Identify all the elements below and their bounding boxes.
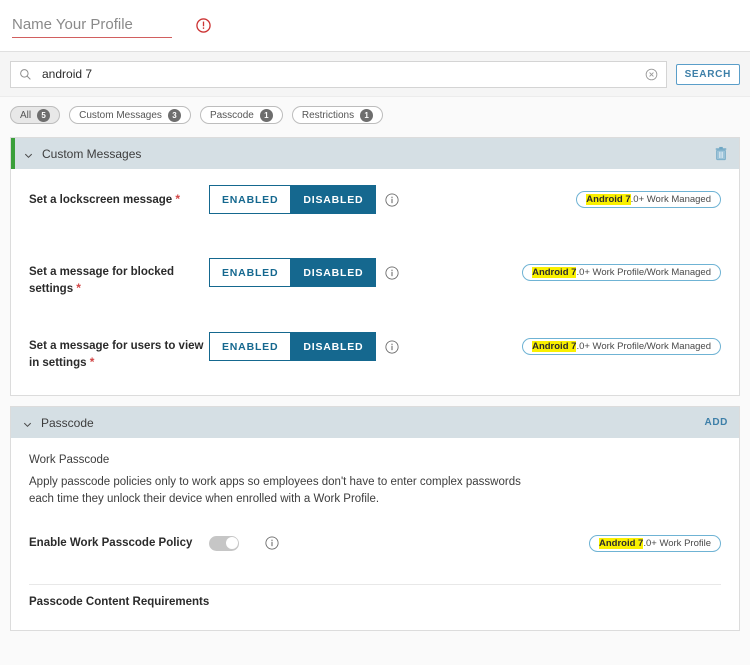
badge-highlight: Android 7 <box>532 341 577 352</box>
search-button[interactable]: SEARCH <box>675 63 740 85</box>
setting-label: Set a lockscreen message * <box>29 185 209 208</box>
disabled-button[interactable]: DISABLED <box>291 185 377 214</box>
passcode-body: Work Passcode Apply passcode policies on… <box>11 438 739 630</box>
badge-rest: .0+ Work Managed <box>630 194 711 205</box>
enabled-button[interactable]: ENABLED <box>209 332 292 361</box>
setting-row-lockscreen-message: Set a lockscreen message * ENABLED DISAB… <box>29 185 721 223</box>
delete-section-button[interactable] <box>714 146 728 161</box>
required-asterisk: * <box>175 192 181 206</box>
filter-chip-row: All 5 Custom Messages 3 Passcode 1 Restr… <box>0 97 750 133</box>
info-icon[interactable] <box>385 339 399 354</box>
error-circle-icon <box>196 18 211 33</box>
filter-chip-passcode[interactable]: Passcode 1 <box>199 106 283 124</box>
required-asterisk: * <box>89 355 95 369</box>
setting-label: Enable Work Passcode Policy <box>29 537 193 549</box>
profile-name-bar <box>0 0 750 52</box>
os-support-badge: Android 7.0+ Work Profile/Work Managed <box>522 264 721 281</box>
filter-chip-all[interactable]: All 5 <box>10 106 61 124</box>
filter-chip-count: 1 <box>259 108 273 122</box>
clear-circle-icon[interactable] <box>645 68 658 81</box>
info-icon[interactable] <box>385 265 399 280</box>
passcode-content-requirements-title: Passcode Content Requirements <box>29 584 721 620</box>
filter-chip-count: 5 <box>37 108 51 122</box>
search-input[interactable] <box>40 66 645 82</box>
setting-row-enable-work-passcode: Enable Work Passcode Policy Android 7.0+… <box>29 530 721 556</box>
setting-label-text: Set a lockscreen message <box>29 194 173 206</box>
setting-row-users-view-settings-message: Set a message for users to view in setti… <box>29 332 721 371</box>
required-asterisk: * <box>76 281 81 295</box>
chevron-down-icon[interactable] <box>22 417 33 428</box>
os-badge-col: Android 7.0+ Work Profile <box>588 534 721 552</box>
badge-highlight: Android 7 <box>532 267 577 278</box>
add-passcode-action[interactable]: ADD <box>705 417 728 428</box>
disabled-button[interactable]: DISABLED <box>291 332 377 361</box>
filter-chip-custom-messages[interactable]: Custom Messages 3 <box>69 106 191 124</box>
enabled-disabled-toggle-group[interactable]: ENABLED DISABLED <box>209 185 377 214</box>
enabled-disabled-toggle-group[interactable]: ENABLED DISABLED <box>209 258 377 287</box>
add-link[interactable]: ADD <box>705 417 728 428</box>
os-badge-col: Android 7.0+ Work Profile/Work Managed <box>522 258 721 281</box>
search-bar: SEARCH <box>0 52 750 97</box>
setting-label-text: Set a message for blocked settings <box>29 266 175 295</box>
filter-chip-label: All <box>20 109 32 121</box>
enabled-button[interactable]: ENABLED <box>209 185 292 214</box>
os-support-badge: Android 7.0+ Work Profile/Work Managed <box>522 338 721 355</box>
filter-chip-label: Restrictions <box>301 109 355 121</box>
setting-control: ENABLED DISABLED <box>209 185 399 214</box>
passcode-header[interactable]: Passcode ADD <box>11 407 739 438</box>
setting-label: Set a message for blocked settings * <box>29 258 209 297</box>
filter-chip-count: 3 <box>167 108 181 122</box>
work-passcode-title: Work Passcode <box>29 454 110 466</box>
search-icon <box>19 68 32 81</box>
badge-rest: .0+ Work Profile/Work Managed <box>576 341 711 352</box>
os-support-badge: Android 7.0+ Work Profile <box>588 534 721 552</box>
filter-chip-label: Custom Messages <box>79 109 162 121</box>
section-title: Passcode <box>41 415 94 430</box>
setting-row-blocked-settings-message: Set a message for blocked settings * ENA… <box>29 258 721 297</box>
disabled-button[interactable]: DISABLED <box>291 258 377 287</box>
trash-icon[interactable] <box>714 146 728 161</box>
settings-scroll-area[interactable]: Custom Messages Set a lockscreen message <box>0 133 750 631</box>
setting-control: ENABLED DISABLED <box>209 332 399 361</box>
os-badge-col: Android 7.0+ Work Profile/Work Managed <box>522 332 721 355</box>
toggle-knob <box>225 537 238 549</box>
os-badge-col: Android 7.0+ Work Managed <box>576 185 721 208</box>
badge-highlight: Android 7 <box>586 194 631 205</box>
setting-label-text: Set a message for users to view in setti… <box>29 340 204 369</box>
badge-rest: .0+ Work Profile <box>643 537 711 549</box>
filter-chip-restrictions[interactable]: Restrictions 1 <box>291 106 384 124</box>
setting-control: ENABLED DISABLED <box>209 258 399 287</box>
custom-messages-body: Set a lockscreen message * ENABLED DISAB… <box>11 169 739 395</box>
enabled-button[interactable]: ENABLED <box>209 258 292 287</box>
profile-name-field-wrap <box>12 13 172 38</box>
profile-name-input[interactable] <box>12 13 172 38</box>
setting-label: Set a message for users to view in setti… <box>29 332 209 371</box>
os-support-badge: Android 7.0+ Work Managed <box>576 191 721 208</box>
badge-rest: .0+ Work Profile/Work Managed <box>576 267 711 278</box>
filter-chip-label: Passcode <box>209 109 254 121</box>
passcode-card: Passcode ADD Work Passcode Apply passcod… <box>10 406 740 631</box>
badge-highlight: Android 7 <box>598 537 644 549</box>
enabled-disabled-toggle-group[interactable]: ENABLED DISABLED <box>209 332 377 361</box>
info-icon[interactable] <box>265 536 279 550</box>
info-icon[interactable] <box>385 192 399 207</box>
work-passcode-description: Apply passcode policies only to work app… <box>29 476 521 505</box>
custom-messages-card: Custom Messages Set a lockscreen message <box>10 137 740 396</box>
section-title: Custom Messages <box>42 146 142 161</box>
search-box[interactable] <box>10 60 667 88</box>
chevron-down-icon[interactable] <box>23 148 34 159</box>
filter-chip-count: 1 <box>360 108 374 122</box>
enable-work-passcode-toggle[interactable] <box>209 535 239 551</box>
custom-messages-header[interactable]: Custom Messages <box>11 138 739 169</box>
